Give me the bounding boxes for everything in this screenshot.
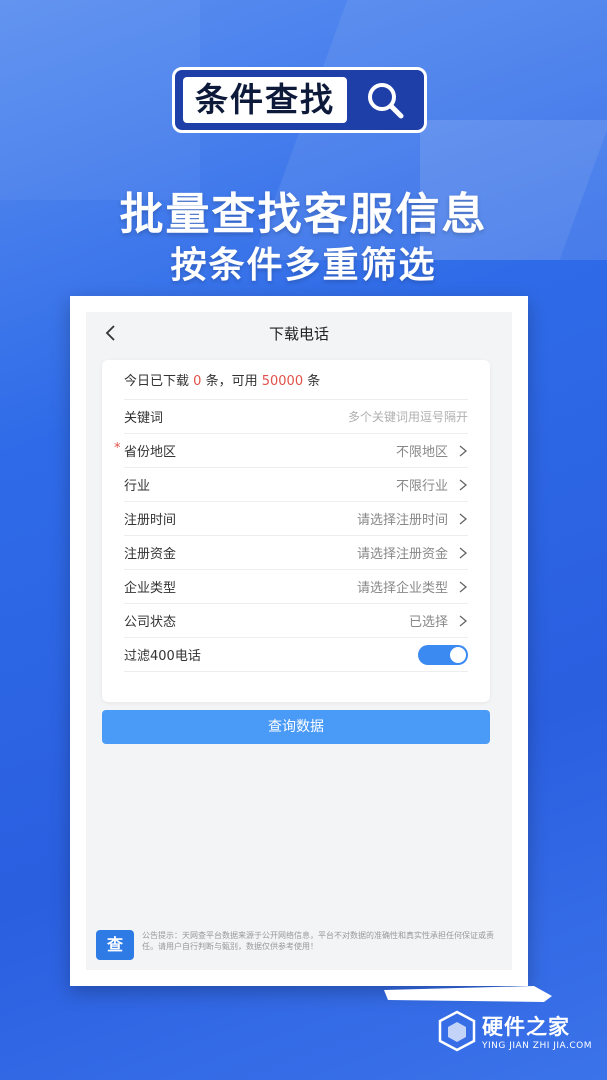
filter-card: 今日已下载 0 条，可用 50000 条 关键词 多个关键词用逗号隔开 * 省份… [102,360,490,702]
bg-decor [0,0,200,200]
field-value: 已选择 [409,611,468,630]
hero-subtitle: 按条件多重筛选 [170,245,437,286]
decor-sticker [384,986,552,1002]
page-title: 下载电话 [268,325,329,343]
field-label: 关键词 [124,411,164,426]
hero-badge: 条件查找 [172,67,427,133]
field-value: 不限行业 [396,475,468,494]
filter-400-toggle[interactable] [418,644,468,665]
chevron-right-icon [459,581,468,592]
chevron-right-icon [459,479,468,490]
quota-mid: 条，可用 [205,374,258,389]
field-value-text: 已选择 [408,615,448,630]
query-button[interactable]: 查询数据 [102,710,490,744]
phone-frame: 下载电话 今日已下载 0 条，可用 50000 条 关键词 多个关键词用逗号隔开… [70,296,528,986]
nav-bar: 下载电话 [86,312,512,354]
quota-prefix: 今日已下载 [124,374,190,389]
field-value-text: 不限行业 [395,479,448,494]
field-value-text: 请选择企业类型 [356,581,448,596]
watermark-en: YING JIAN ZHI JIA.COM [482,1041,593,1051]
region-row[interactable]: * 省份地区 不限地区 [114,434,468,468]
chevron-right-icon [459,513,468,524]
chevron-right-icon [459,547,468,558]
app-logo: 查 [96,930,134,960]
field-value-text: 请选择注册时间 [356,513,448,528]
field-value-text: 请选择注册资金 [356,547,448,562]
keyword-row[interactable]: 关键词 多个关键词用逗号隔开 [124,400,468,434]
field-label: * 省份地区 [114,441,177,460]
quota-downloaded: 0 [193,374,202,389]
hero-badge-label: 条件查找 [183,77,347,123]
keyword-input[interactable]: 多个关键词用逗号隔开 [348,408,468,425]
field-label: 公司状态 [124,615,177,630]
hero-title: 批量查找客服信息 [119,189,488,240]
reg-time-row[interactable]: 注册时间 请选择注册时间 [124,502,468,536]
app-screen: 下载电话 今日已下载 0 条，可用 50000 条 关键词 多个关键词用逗号隔开… [86,312,512,970]
field-label: 注册资金 [124,547,177,562]
quota-text: 今日已下载 0 条，可用 50000 条 [124,370,320,389]
filter-400-row: 过滤400电话 [124,638,468,672]
field-label: 行业 [124,479,151,494]
watermark-text: 硬件之家 YING JIAN ZHI JIA.COM [482,1011,592,1051]
quota-available: 50000 [261,374,304,389]
notice-text: 公告提示：天网查平台数据来源于公开网络信息，平台不对数据的准确性和真实性承担任何… [142,931,494,951]
watermark-logo-icon [438,1010,476,1052]
chevron-right-icon [459,615,468,626]
field-value: 请选择注册时间 [357,509,468,528]
field-value-text: 不限地区 [395,445,448,460]
field-label: 过滤400电话 [124,649,201,664]
watermark: 硬件之家 YING JIAN ZHI JIA.COM [438,1010,592,1052]
quota-row: 今日已下载 0 条，可用 50000 条 [124,360,468,400]
chevron-right-icon [459,445,468,456]
field-value: 请选择注册资金 [357,543,468,562]
field-label-text: 省份地区 [124,445,177,460]
quota-suffix: 条 [307,374,321,389]
reg-capital-row[interactable]: 注册资金 请选择注册资金 [124,536,468,570]
required-mark: * [114,441,121,456]
industry-row[interactable]: 行业 不限行业 [124,468,468,502]
company-status-row[interactable]: 公司状态 已选择 [124,604,468,638]
company-type-row[interactable]: 企业类型 请选择企业类型 [124,570,468,604]
watermark-cn: 硬件之家 [482,1015,570,1039]
search-icon [368,83,404,119]
field-label: 企业类型 [124,581,177,596]
toggle-knob [450,646,466,663]
field-label: 注册时间 [124,513,177,528]
notice: 查 公告提示：天网查平台数据来源于公开网络信息，平台不对数据的准确性和真实性承担… [96,930,502,960]
field-value: 请选择企业类型 [357,577,468,596]
field-value: 不限地区 [396,441,468,460]
